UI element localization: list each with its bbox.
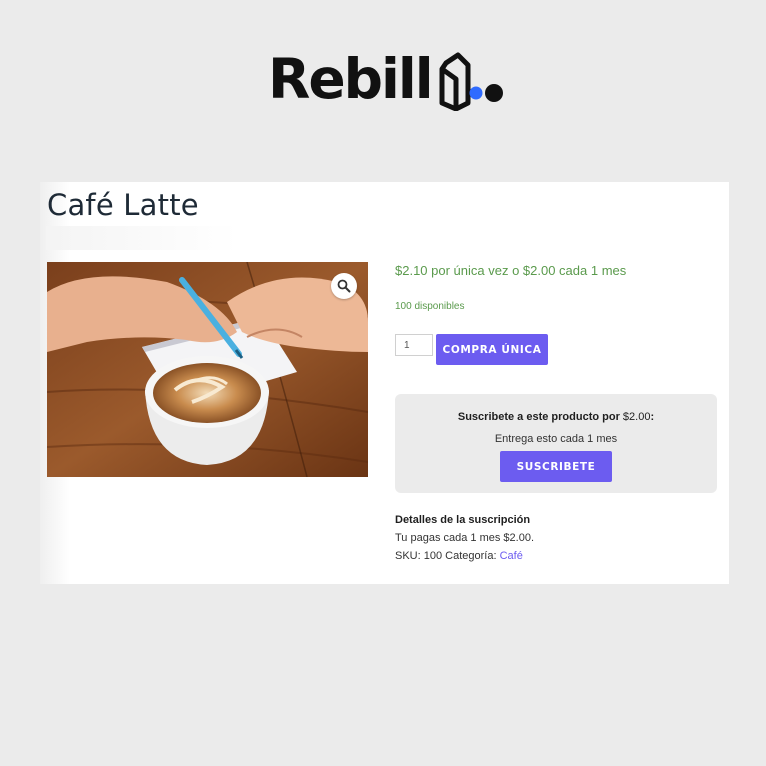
product-title: Café Latte: [47, 188, 199, 222]
magnifier-icon: [337, 279, 351, 293]
subscription-details-title: Detalles de la suscripción: [395, 514, 531, 526]
quantity-input[interactable]: [395, 334, 433, 356]
product-meta: SKU: 100 Categoría: Café: [395, 550, 523, 562]
product-price: $2.10 por única vez o $2.00 cada 1 mes: [395, 263, 627, 278]
product-card: Café Latte $2.10 por única vez o $2.00 c…: [40, 182, 729, 584]
rebill-logo: Rebill: [268, 46, 508, 112]
logo-wordmark: Rebill: [268, 46, 434, 111]
buy-once-button[interactable]: COMPRA ÚNICA: [436, 334, 548, 365]
rebill-box-mark-icon: [439, 52, 503, 111]
zoom-button[interactable]: [331, 273, 357, 299]
subscribe-button[interactable]: SUSCRIBETE: [500, 451, 612, 482]
delivery-frequency: Entrega esto cada 1 mes: [494, 433, 618, 445]
category-link[interactable]: Café: [500, 550, 523, 562]
product-image[interactable]: [47, 262, 368, 477]
sku-value: 100: [423, 550, 443, 562]
subscription-prompt: Suscribete a este producto por $2.00:: [457, 411, 655, 423]
subscription-payment-text: Tu pagas cada 1 mes $2.00.: [395, 532, 535, 544]
stock-status: 100 disponibles: [395, 301, 465, 312]
subscription-box: Suscribete a este producto por $2.00: En…: [395, 394, 717, 493]
